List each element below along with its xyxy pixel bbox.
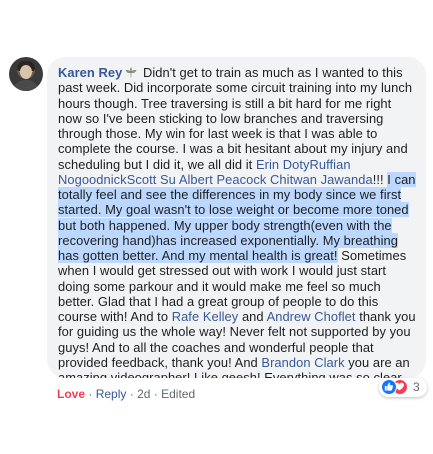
separator: ·	[153, 387, 158, 401]
comment-text: and	[238, 309, 267, 324]
mention-link[interactable]: Erin Doty	[256, 157, 310, 172]
mention-link[interactable]: Chitwan Jawanda	[270, 172, 373, 187]
mention-link[interactable]: Rafe Kelley	[172, 309, 239, 324]
mention-link[interactable]: Albert Peacock	[179, 172, 267, 187]
mention-link[interactable]: Brandon Clark	[261, 355, 344, 370]
reply-button[interactable]: Reply	[96, 387, 127, 401]
author-name[interactable]: Karen Rey	[58, 65, 122, 80]
comment: Karen Rey Didn't get to train as much as…	[0, 0, 433, 454]
mention-link[interactable]: Andrew Choflet	[267, 309, 356, 324]
comment-text: !!!	[372, 171, 388, 187]
comment-bubble: Karen Rey Didn't get to train as much as…	[47, 57, 426, 378]
comment-actions: Love · Reply · 2d · Edited	[57, 386, 195, 402]
avatar-face	[20, 65, 32, 79]
separator: ·	[129, 387, 134, 401]
mention-link[interactable]: Scott Su	[127, 172, 176, 187]
avatar-body	[13, 80, 39, 91]
edited-label[interactable]: Edited	[161, 387, 195, 401]
comment-body: Didn't get to train as much as I wanted …	[58, 65, 416, 378]
separator: ·	[88, 387, 93, 401]
top-fan-badge-icon	[125, 66, 137, 78]
like-icon	[381, 379, 397, 395]
avatar[interactable]	[9, 57, 43, 91]
reactions-summary[interactable]: 3	[379, 378, 427, 397]
reaction-count: 3	[413, 380, 420, 394]
comment-text: Didn't get to train as much as I wanted …	[58, 65, 413, 172]
timestamp[interactable]: 2d	[137, 387, 150, 401]
love-reaction-button[interactable]: Love	[57, 387, 85, 401]
